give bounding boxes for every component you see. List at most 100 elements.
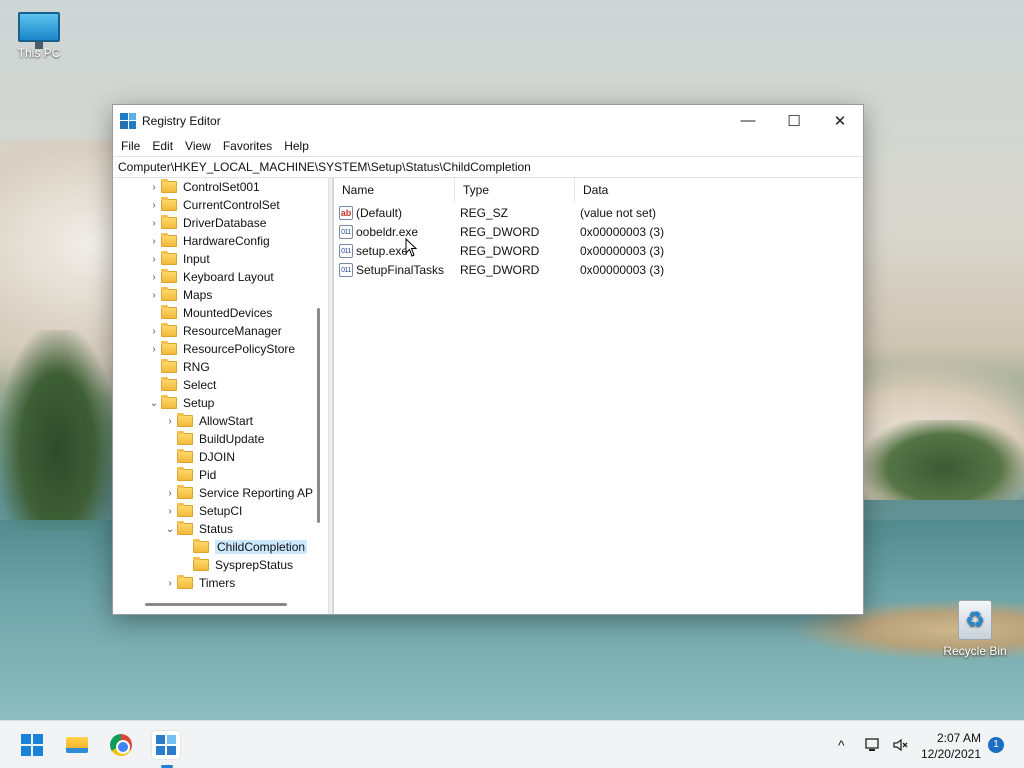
tree-item[interactable]: MountedDevices — [147, 304, 272, 322]
column-header-type[interactable]: Type — [455, 178, 575, 202]
tree-item-label: DJOIN — [199, 450, 235, 464]
tree-item[interactable]: › ResourcePolicyStore — [147, 340, 295, 358]
tree-item[interactable]: ⌄ Status — [163, 520, 233, 538]
desktop-icon-label: Recycle Bin — [943, 644, 1007, 658]
chevron-right-icon[interactable]: › — [147, 344, 161, 355]
tree-item[interactable]: RNG — [147, 358, 210, 376]
folder-icon — [161, 233, 177, 247]
folder-icon — [193, 539, 209, 553]
volume-muted-icon[interactable] — [892, 721, 910, 768]
chrome-icon — [110, 734, 132, 756]
taskbar-chrome[interactable] — [107, 731, 135, 759]
value-type: REG_DWORD — [460, 262, 540, 277]
taskbar-registry-editor[interactable] — [152, 731, 180, 759]
tree-item-label: Status — [199, 522, 234, 536]
chevron-right-icon[interactable]: › — [147, 326, 161, 337]
value-row[interactable]: 011 SetupFinalTasks REG_DWORD 0x00000003 (3… — [334, 260, 863, 279]
chevron-right-icon[interactable]: › — [163, 578, 177, 589]
tree-vertical-scrollbar[interactable] — [317, 308, 320, 523]
chevron-right-icon[interactable]: › — [147, 290, 161, 301]
tree-item[interactable]: BuildUpdate — [163, 430, 264, 448]
minimize-button[interactable]: — — [725, 105, 771, 136]
recycle-bin-icon: ♻ — [958, 600, 992, 640]
chevron-right-icon[interactable]: › — [147, 272, 161, 283]
clock-time: 2:07 AM — [936, 731, 981, 745]
tree-item[interactable]: › DriverDatabase — [147, 214, 266, 232]
value-name-cell: 011 SetupFinalTasks — [339, 262, 444, 277]
string-value-icon: ab — [339, 205, 353, 220]
chevron-right-icon[interactable]: › — [147, 218, 161, 229]
chevron-right-icon[interactable]: › — [163, 416, 177, 427]
close-button[interactable]: ✕ — [817, 105, 863, 136]
tree-item[interactable]: › CurrentControlSet — [147, 196, 280, 214]
folder-icon — [177, 521, 193, 535]
folder-icon — [161, 359, 177, 373]
tree-item[interactable]: › AllowStart — [163, 412, 253, 430]
tree-item[interactable]: › HardwareConfig — [147, 232, 270, 250]
tree-item-label: ResourceManager — [183, 324, 282, 338]
tree-item[interactable]: › Maps — [147, 286, 212, 304]
value-data: (value not set) — [580, 205, 657, 220]
tree-item[interactable]: › ResourceManager — [147, 322, 282, 340]
folder-icon — [177, 575, 193, 589]
chevron-right-icon[interactable]: › — [163, 488, 177, 499]
menu-view[interactable]: View — [179, 139, 217, 153]
file-explorer-icon — [66, 737, 88, 753]
system-clock[interactable]: 2:07 AM 12/20/2021 — [921, 730, 981, 762]
menu-favorites[interactable]: Favorites — [217, 139, 278, 153]
chevron-right-icon[interactable]: › — [163, 506, 177, 517]
tree-item-label: Pid — [199, 468, 217, 482]
chevron-down-icon[interactable]: ⌄ — [147, 398, 161, 409]
value-data: 0x00000003 (3) — [580, 224, 665, 239]
desktop-icon-this-pc[interactable]: This PC — [4, 12, 74, 60]
binary-value-icon: 011 — [339, 243, 353, 258]
tree-item[interactable]: SysprepStatus — [179, 556, 293, 574]
tree-item[interactable]: › Service Reporting AP — [163, 484, 313, 502]
menu-help[interactable]: Help — [278, 139, 315, 153]
column-header-data[interactable]: Data — [575, 178, 735, 202]
tray-overflow-chevron-icon[interactable]: ^ — [838, 721, 845, 768]
address-bar[interactable]: Computer\HKEY_LOCAL_MACHINE\SYSTEM\Setup… — [113, 156, 863, 178]
tree-item-label: ChildCompletion — [215, 540, 308, 554]
tree-item-label: Timers — [199, 576, 236, 590]
registry-tree[interactable]: › ControlSet001 › CurrentControlSet › DriverD… — [113, 178, 329, 614]
tree-item-label: Service Reporting AP — [199, 486, 314, 500]
chevron-right-icon[interactable]: › — [147, 182, 161, 193]
folder-icon — [177, 467, 193, 481]
notification-badge[interactable]: 1 — [988, 737, 1004, 753]
column-header-name[interactable]: Name — [334, 178, 455, 202]
tree-item[interactable]: › ControlSet001 — [147, 178, 260, 196]
title-bar[interactable]: Registry Editor — ☐ ✕ — [113, 105, 863, 136]
chevron-down-icon[interactable]: ⌄ — [163, 524, 177, 535]
tree-item[interactable]: › Input — [147, 250, 210, 268]
taskbar-file-explorer[interactable] — [63, 731, 91, 759]
chevron-right-icon[interactable]: › — [147, 236, 161, 247]
network-icon[interactable] — [864, 721, 882, 768]
tree-item[interactable]: Select — [147, 376, 216, 394]
menu-file[interactable]: File — [115, 139, 146, 153]
menu-edit[interactable]: Edit — [146, 139, 179, 153]
chevron-right-icon[interactable]: › — [147, 200, 161, 211]
start-button[interactable] — [18, 731, 46, 759]
maximize-button[interactable]: ☐ — [771, 105, 817, 136]
value-name-cell: 011 setup.exe — [339, 243, 408, 258]
value-name: (Default) — [356, 205, 403, 220]
value-row[interactable]: ab (Default) REG_SZ (value not set) — [334, 203, 863, 222]
chevron-right-icon[interactable]: › — [147, 254, 161, 265]
taskbar: ^ 2:07 AM 12/20/2021 1 — [0, 720, 1024, 768]
tree-item[interactable]: ChildCompletion — [179, 538, 308, 556]
desktop-icon-recycle-bin[interactable]: ♻ Recycle Bin — [940, 600, 1010, 658]
tree-item[interactable]: DJOIN — [163, 448, 235, 466]
tree-item[interactable]: Pid — [163, 466, 216, 484]
window-title: Registry Editor — [142, 113, 221, 128]
tree-item[interactable]: › Timers — [163, 574, 235, 592]
tree-item-label: CurrentControlSet — [183, 198, 280, 212]
value-data: 0x00000003 (3) — [580, 262, 665, 277]
tree-item[interactable]: ⌄ Setup — [147, 394, 214, 412]
tree-item-label: Input — [183, 252, 210, 266]
tree-item[interactable]: › Keyboard Layout — [147, 268, 274, 286]
tree-item-label: Setup — [183, 396, 215, 410]
tree-item[interactable]: › SetupCI — [163, 502, 242, 520]
tree-horizontal-scrollbar[interactable] — [145, 603, 287, 606]
value-type: REG_DWORD — [460, 243, 540, 258]
